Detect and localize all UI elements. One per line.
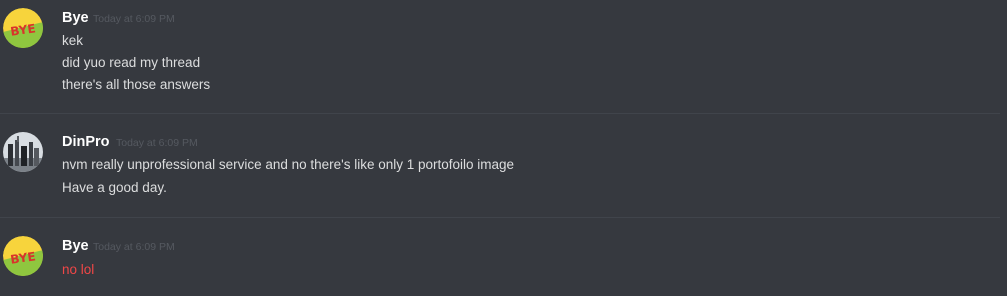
message-timestamp: Today at 6:09 PM bbox=[116, 137, 198, 149]
message-divider bbox=[0, 113, 1000, 114]
message-divider bbox=[0, 217, 1000, 218]
bye-avatar-image: BYE bbox=[3, 236, 43, 276]
message-timestamp: Today at 6:09 PM bbox=[93, 13, 175, 25]
message-author[interactable]: DinPro bbox=[62, 134, 110, 150]
message-line: kek bbox=[62, 33, 84, 48]
bye-avatar-image: BYE bbox=[3, 8, 43, 48]
message-line: there's all those answers bbox=[62, 77, 211, 92]
avatar[interactable] bbox=[3, 132, 43, 172]
message-line: nvm really unprofessional service and no… bbox=[62, 157, 515, 172]
message-author[interactable]: Bye bbox=[62, 10, 89, 26]
message-line: no lol bbox=[62, 262, 95, 277]
message-line: did yuo read my thread bbox=[62, 55, 201, 70]
avatar[interactable]: BYE bbox=[3, 236, 43, 276]
avatar[interactable]: BYE bbox=[3, 8, 43, 48]
message-author[interactable]: Bye bbox=[62, 238, 89, 254]
message-line: Have a good day. bbox=[62, 180, 167, 195]
dinpro-avatar-image bbox=[3, 132, 43, 172]
message-timestamp: Today at 6:09 PM bbox=[93, 241, 175, 253]
